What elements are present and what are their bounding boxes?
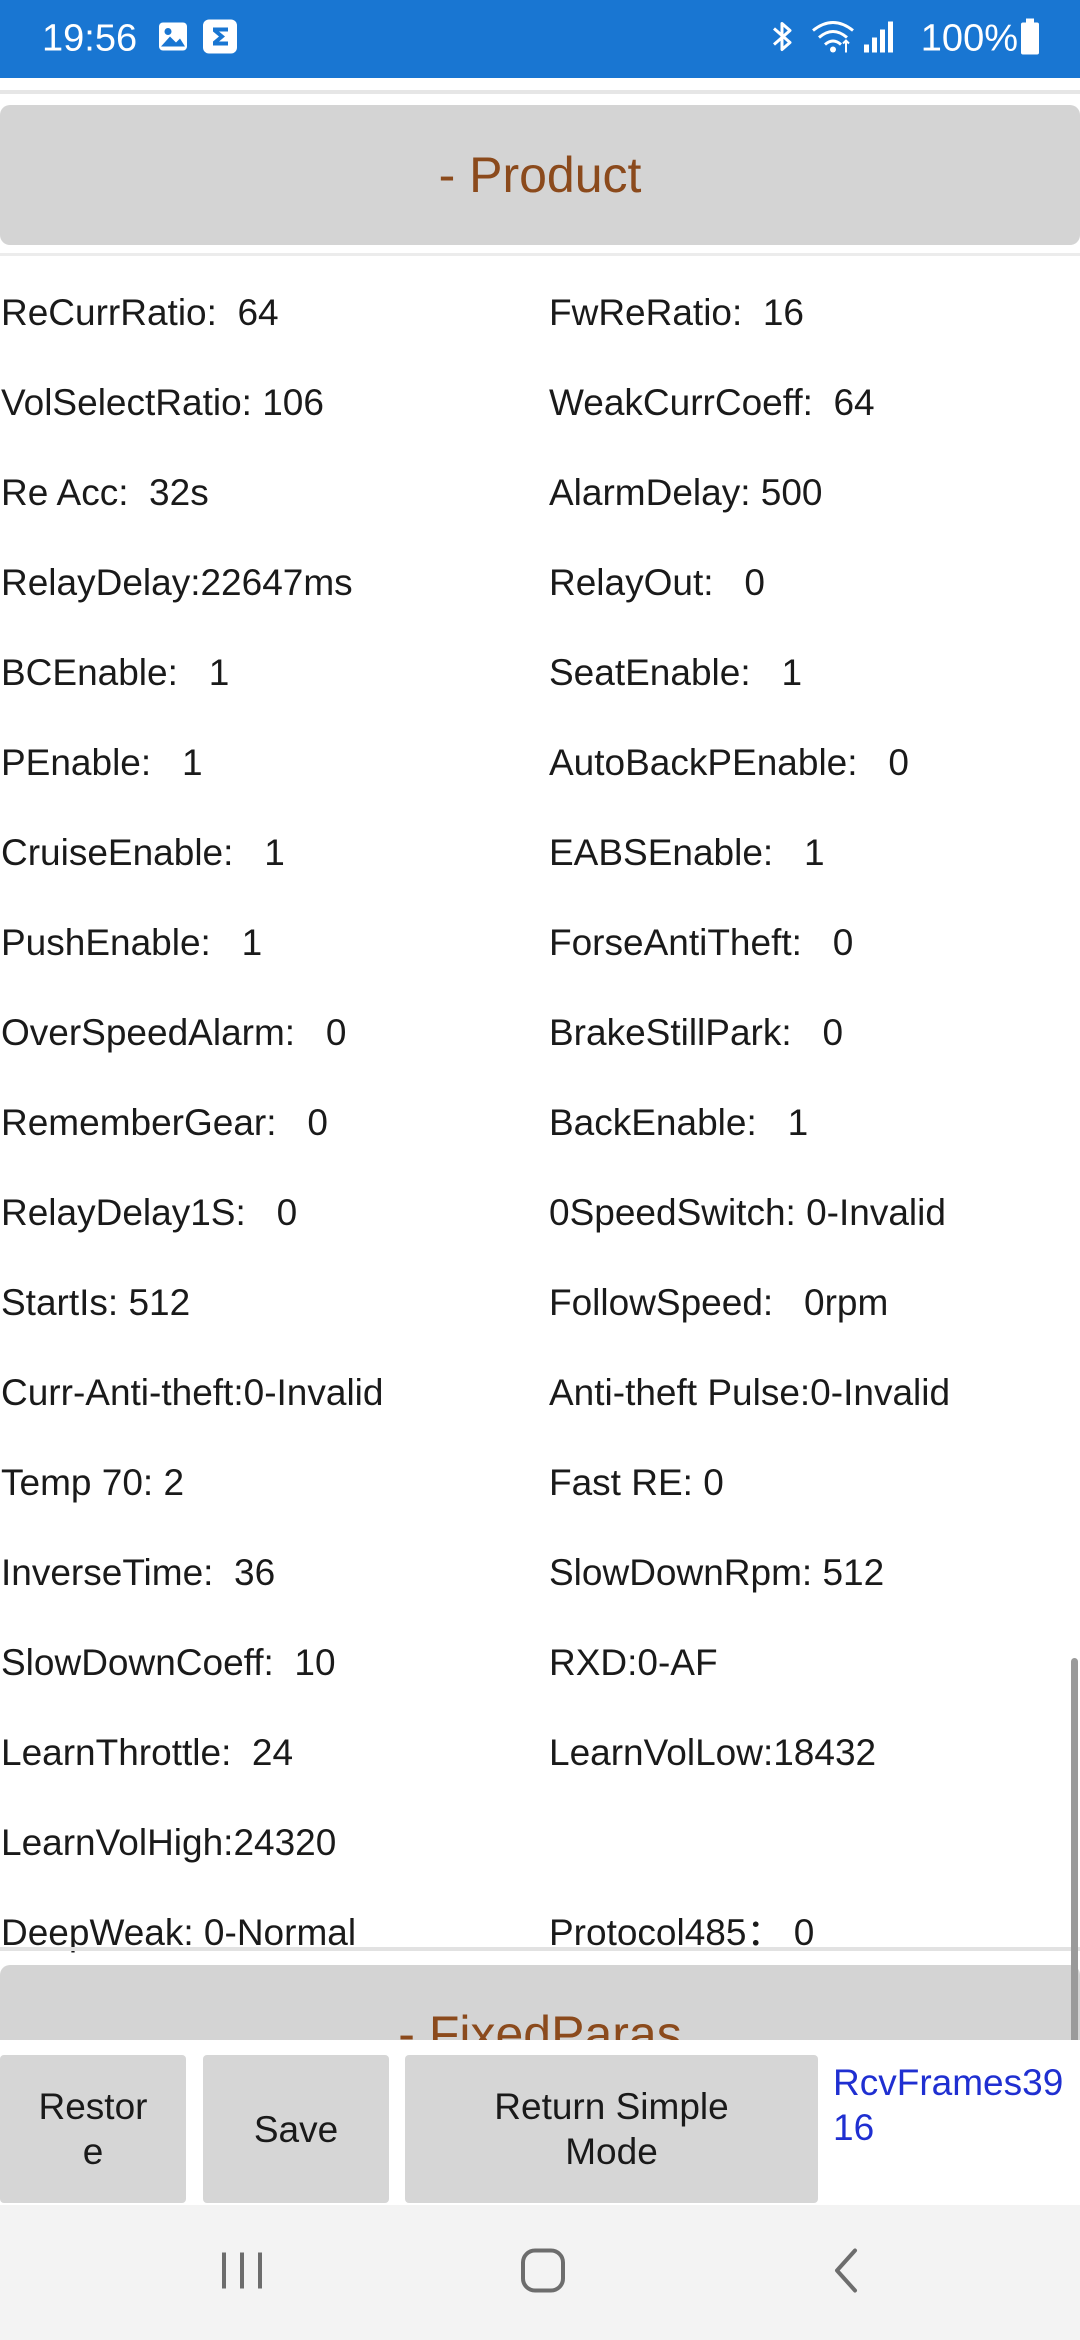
param-row: Temp 70: 2 Fast RE: 0 [0, 1438, 1080, 1528]
param-row: LearnVolHigh:24320 [0, 1798, 1080, 1888]
param-seatenable: SeatEnable: 1 [549, 652, 803, 693]
param-pushenable: PushEnable: 1 [1, 922, 263, 963]
param-0speedswitch: 0SpeedSwitch: 0-Invalid [549, 1192, 946, 1233]
navigation-bar [0, 2205, 1080, 2340]
param-startis: StartIs: 512 [1, 1282, 191, 1323]
divider [0, 253, 1080, 256]
scrollbar[interactable] [1071, 78, 1080, 2040]
param-forseantitheft: ForseAntiTheft: 0 [549, 922, 854, 963]
param-volselectratio: VolSelectRatio: 106 [1, 382, 324, 423]
back-icon[interactable] [829, 2246, 863, 2299]
param-relaydelay1s: RelayDelay1S: 0 [1, 1192, 298, 1233]
recents-icon[interactable] [218, 2248, 266, 2297]
param-bcenable: BCEnable: 1 [1, 652, 230, 693]
product-section-header[interactable]: - Product [0, 105, 1080, 245]
param-remembergear: RememberGear: 0 [1, 1102, 328, 1143]
param-row: RelayDelay1S: 0 0SpeedSwitch: 0-Invalid [0, 1168, 1080, 1258]
parameter-scroll-view[interactable]: - Product ReCurrRatio: 64 FwReRatio: 16 V… [0, 78, 1080, 2040]
status-time: 19:56 [42, 17, 138, 60]
param-weakcurrcoeff: WeakCurrCoeff: 64 [549, 382, 875, 423]
param-row: PushEnable: 1 ForseAntiTheft: 0 [0, 898, 1080, 988]
param-penable: PEnable: 1 [1, 742, 203, 783]
param-learnvolhigh: LearnVolHigh:24320 [1, 1822, 337, 1863]
bluetooth-icon [768, 19, 798, 60]
param-curr-anti-theft: Curr-Anti-theft:0-Invalid [1, 1372, 384, 1413]
fixedparas-section-header[interactable]: - FixedParas [0, 1965, 1080, 2040]
param-rxd: RXD:0-AF [549, 1642, 718, 1683]
param-slowdowncoeff: SlowDownCoeff: 10 [1, 1642, 336, 1683]
param-inversetime: InverseTime: 36 [1, 1552, 276, 1593]
param-row: RelayDelay:22647ms RelayOut: 0 [0, 538, 1080, 628]
param-row: VolSelectRatio: 106 WeakCurrCoeff: 64 [0, 358, 1080, 448]
param-overspeedalarm: OverSpeedAlarm: 0 [1, 1012, 347, 1053]
save-button-label: Save [253, 2108, 339, 2150]
restore-button[interactable]: Restor e [0, 2055, 186, 2203]
save-button[interactable]: Save [203, 2055, 389, 2203]
param-fwreratio: FwReRatio: 16 [549, 292, 804, 333]
divider [0, 90, 1080, 94]
app-notification-icon [201, 18, 239, 61]
param-learnthrottle: LearnThrottle: 24 [1, 1732, 294, 1773]
param-relayout: RelayOut: 0 [549, 562, 765, 603]
scrollbar-thumb[interactable] [1071, 1658, 1078, 2040]
param-row: Re Acc: 32s AlarmDelay: 500 [0, 448, 1080, 538]
return-simple-mode-label: Return Simple Mode [494, 2086, 729, 2172]
param-row: LearnThrottle: 24 LearnVolLow:18432 [0, 1708, 1080, 1798]
wifi-icon [810, 19, 856, 60]
screen: 19:56 100% - Product ReCurrRatio: 64 FwR… [0, 0, 1080, 2340]
status-bar: 19:56 100% [0, 0, 1080, 78]
param-autobackpenable: AutoBackPEnable: 0 [549, 742, 909, 783]
battery-percentage: 100% [920, 17, 1018, 60]
param-cruiseenable: CruiseEnable: 1 [1, 832, 285, 873]
received-frames-counter: RcvFrames3916 [833, 2062, 1064, 2148]
param-slowdownrpm: SlowDownRpm: 512 [549, 1552, 885, 1593]
param-fast-re: Fast RE: 0 [549, 1462, 724, 1503]
param-brakestillpark: BrakeStillPark: 0 [549, 1012, 844, 1053]
return-simple-mode-button[interactable]: Return Simple Mode [405, 2055, 818, 2203]
battery-icon [1020, 18, 1040, 61]
restore-button-label: Restor e [38, 2086, 148, 2172]
param-row: RememberGear: 0 BackEnable: 1 [0, 1078, 1080, 1168]
param-row: OverSpeedAlarm: 0 BrakeStillPark: 0 [0, 988, 1080, 1078]
param-row: Curr-Anti-theft:0-Invalid Anti-theft Puls… [0, 1348, 1080, 1438]
param-anti-theft-pulse: Anti-theft Pulse:0-Invalid [549, 1372, 951, 1413]
signal-icon [862, 19, 896, 60]
param-row: StartIs: 512 FollowSpeed: 0rpm [0, 1258, 1080, 1348]
param-row: PEnable: 1 AutoBackPEnable: 0 [0, 718, 1080, 808]
param-row: SlowDownCoeff: 10 RXD:0-AF [0, 1618, 1080, 1708]
param-learnvollow: LearnVolLow:18432 [549, 1732, 877, 1773]
divider [0, 1947, 1080, 1951]
param-temp-70: Temp 70: 2 [1, 1462, 185, 1503]
param-eabsenable: EABSEnable: 1 [549, 832, 825, 873]
param-re-acc: Re Acc: 32s [1, 472, 209, 513]
param-alarmdelay: AlarmDelay: 500 [549, 472, 823, 513]
param-row: InverseTime: 36 SlowDownRpm: 512 [0, 1528, 1080, 1618]
param-row: ReCurrRatio: 64 FwReRatio: 16 [0, 268, 1080, 358]
product-parameter-grid: ReCurrRatio: 64 FwReRatio: 16 VolSelectRa… [0, 268, 1080, 1978]
param-relaydelay: RelayDelay:22647ms [1, 562, 353, 603]
param-backenable: BackEnable: 1 [549, 1102, 809, 1143]
home-icon[interactable] [519, 2246, 567, 2299]
action-bar: Restor e Save Return Simple Mode RcvFram… [0, 2040, 1080, 2205]
param-row: BCEnable: 1 SeatEnable: 1 [0, 628, 1080, 718]
param-row: CruiseEnable: 1 EABSEnable: 1 [0, 808, 1080, 898]
param-followspeed: FollowSpeed: 0rpm [549, 1282, 889, 1323]
gallery-icon [157, 21, 189, 58]
param-recurrratio: ReCurrRatio: 64 [1, 292, 279, 333]
